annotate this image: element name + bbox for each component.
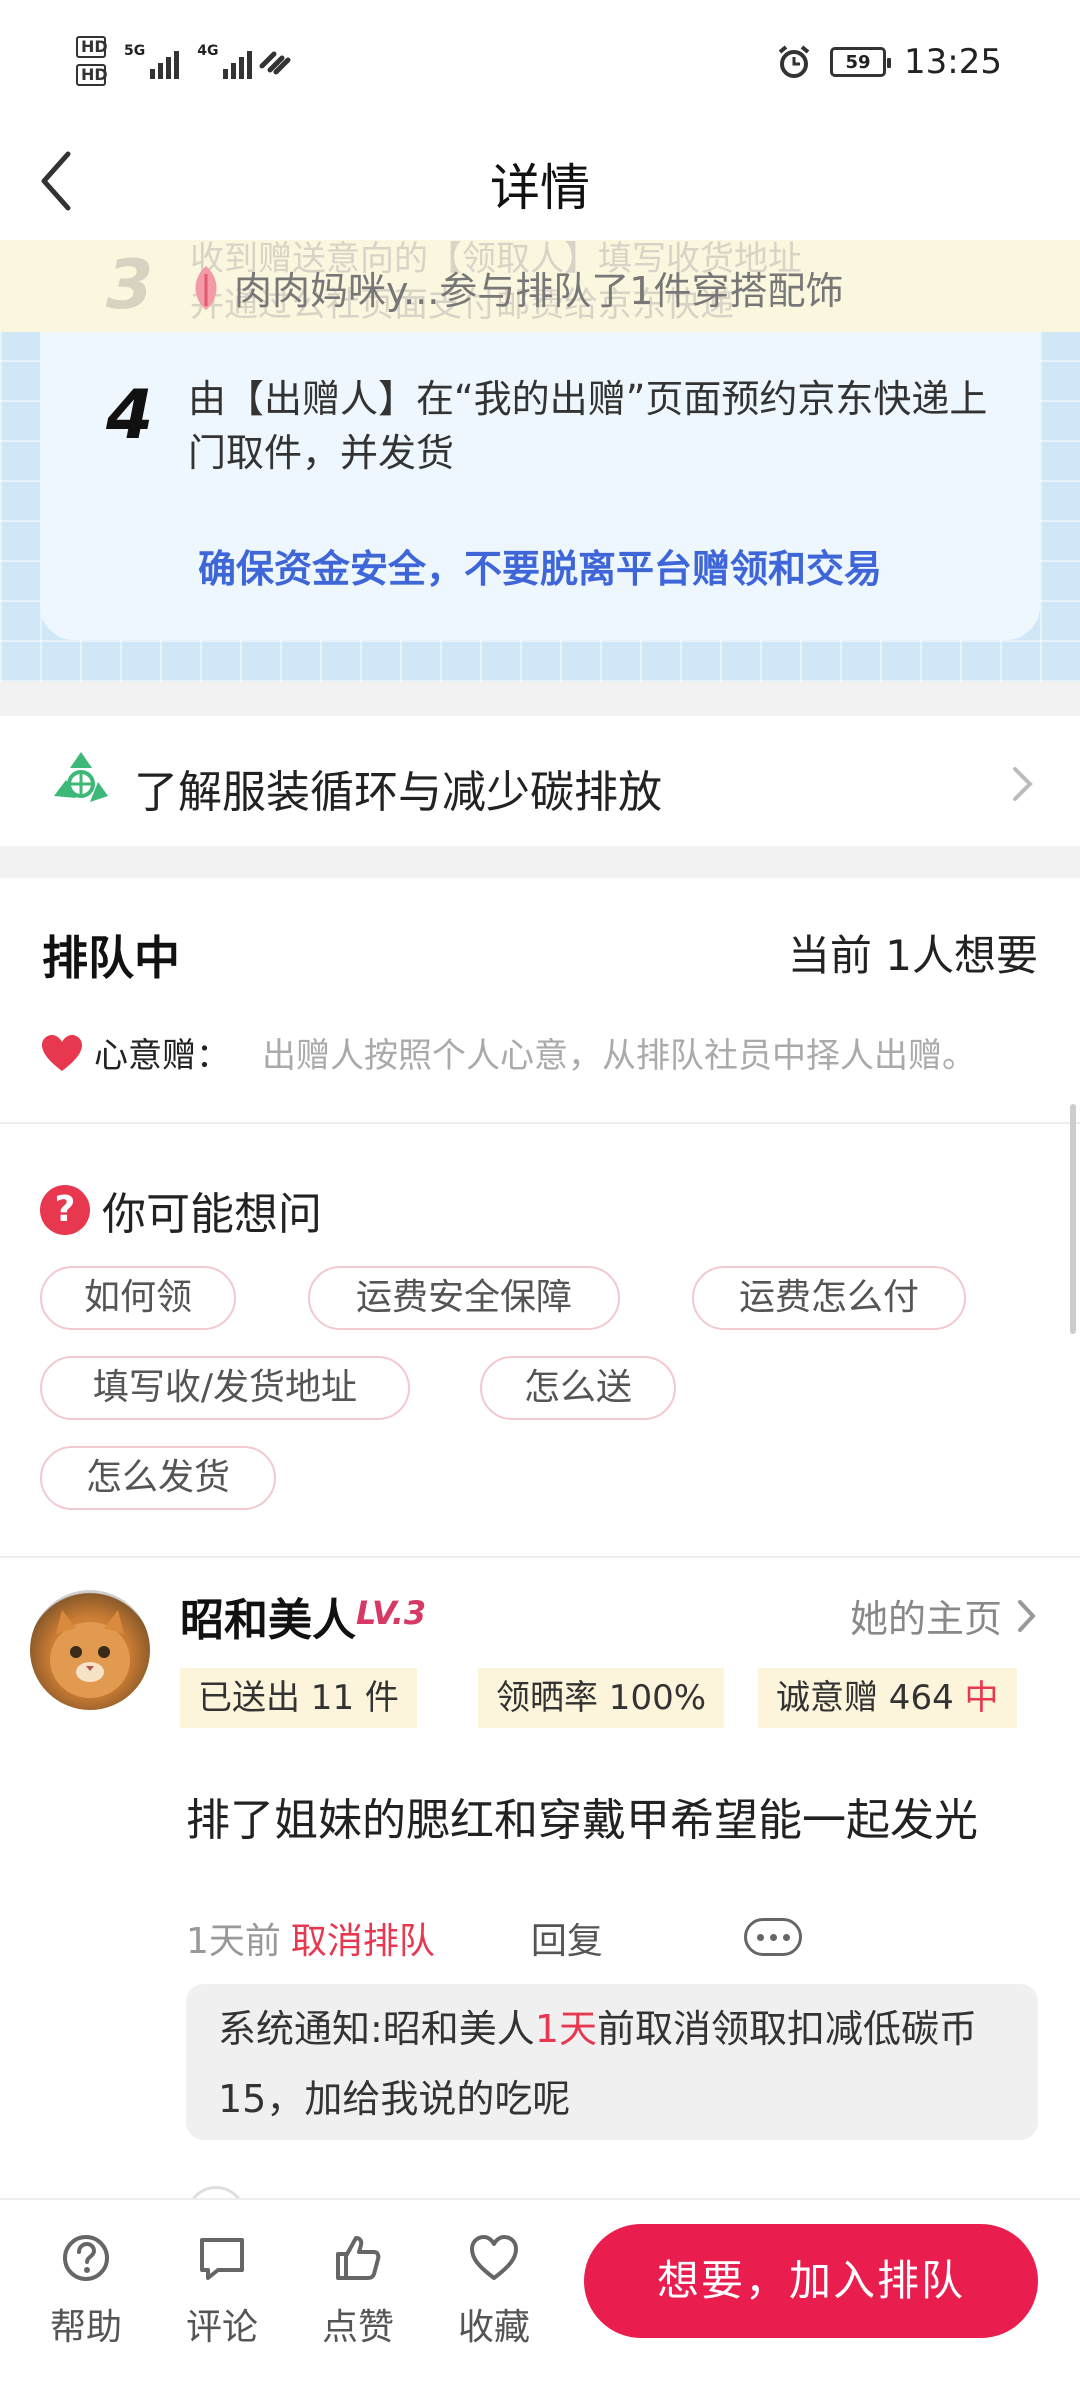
notice-prefix: 系统通知:昭和美人 (218, 2007, 535, 2051)
user-name[interactable]: 昭和美人 (180, 1584, 356, 1648)
faq-chip-how-to-get[interactable]: 如何领 (40, 1266, 236, 1330)
network-type-4g: 4G (197, 43, 219, 59)
alarm-icon (778, 45, 810, 78)
carbon-info-row[interactable]: 了解服装循环与减少碳排放 (0, 716, 1080, 846)
help-tab[interactable]: 帮助 (36, 2232, 136, 2350)
avatar[interactable] (30, 1590, 150, 1710)
queue-count: 当前 1人想要 (787, 931, 1038, 980)
stat-sincere-value: 诚意赠 464 (776, 1678, 954, 1718)
link-icon (259, 51, 291, 75)
scrollbar[interactable] (1070, 1104, 1076, 1334)
signal-4g-icon: 4G (197, 43, 253, 79)
status-bar: HD HD 5G 4G 59 13:25 (0, 0, 1080, 120)
recycle-globe-icon (54, 752, 108, 802)
favorite-label: 收藏 (457, 2307, 530, 2348)
cat-avatar-icon (50, 1610, 130, 1698)
comment-text: 排了姐妹的腮红和穿戴甲希望能一起发光 (186, 1795, 978, 1846)
heart-icon (42, 1034, 82, 1071)
gift-mode-label: 心意赠： (94, 1036, 230, 1076)
cancel-queue-button[interactable]: 取消排队 (291, 1912, 435, 1964)
gift-mode: 心意赠： 出赠人按照个人心意，从排队社员中择人出赠。 (40, 1028, 976, 1077)
queue-section: 排队中 当前 1人想要 心意赠： 出赠人按照个人心意，从排队社员中择人出赠。 (0, 878, 1080, 1124)
hd-badge-2: HD (76, 64, 108, 86)
nav-bar: 详情 (0, 120, 1080, 240)
status-right: 59 13:25 (776, 42, 1002, 82)
notice-highlight: 1天 (534, 2007, 597, 2051)
comment-label: 评论 (185, 2307, 258, 2348)
page-title: 详情 (490, 159, 590, 217)
comment-time: 1天前 (186, 1921, 281, 1962)
faq-chip-how-to-pay[interactable]: 运费怎么付 (692, 1266, 966, 1330)
comment-icon (200, 2238, 244, 2280)
carbon-label: 了解服装循环与减少碳排放 (134, 767, 662, 818)
toast-text: 肉肉妈咪y...参与排队了1件穿搭配饰 (234, 269, 844, 313)
stat-sent: 已送出 11 件 (180, 1668, 417, 1728)
faq-chip-address[interactable]: 填写收/发货地址 (40, 1356, 410, 1420)
heart-outline-icon (470, 2235, 518, 2280)
stat-sincere-tag: 中 (964, 1678, 999, 1718)
help-label: 帮助 (49, 2307, 122, 2348)
homepage-link[interactable]: 她的主页 (850, 1588, 1038, 1643)
join-queue-button[interactable]: 想要，加入排队 (584, 2224, 1038, 2338)
faq-section: ? 你可能想问 如何领 运费安全保障 运费怎么付 填写收/发货地址 怎么送 怎么… (0, 1124, 1080, 1558)
stat-rate: 领晒率 100% (478, 1668, 725, 1728)
step-4-number: 4 (106, 376, 154, 455)
comment-tab[interactable]: 评论 (172, 2232, 272, 2350)
faq-chip-how-to-ship[interactable]: 怎么发货 (40, 1446, 276, 1510)
step-3-number: 3 (106, 246, 154, 325)
gift-mode-desc: 出赠人按照个人心意，从排队社员中择人出赠。 (262, 1036, 976, 1076)
stat-sincere: 诚意赠 464 中 (758, 1668, 1017, 1728)
hd-badge-1: HD (76, 36, 108, 58)
homepage-label: 她的主页 (849, 1597, 1002, 1641)
chevron-right-icon (1013, 767, 1033, 801)
like-label: 点赞 (321, 2307, 394, 2348)
comment-meta: 1天前 取消排队 回复 (186, 1912, 603, 1964)
signal-5g-icon: 5G (124, 43, 180, 79)
favorite-tab[interactable]: 收藏 (444, 2232, 544, 2350)
faq-chip-shipping-guarantee[interactable]: 运费安全保障 (308, 1266, 620, 1330)
bottom-action-bar: 帮助 评论 点赞 收藏 想要，加入排队 (0, 2198, 1080, 2388)
user-level-badge: LV.3 (356, 1594, 427, 1632)
step-4-text: 由【出赠人】在“我的出赠”页面预约京东快递上门取件，并发货 (188, 377, 988, 475)
faq-header: ? 你可能想问 (40, 1178, 322, 1242)
activity-toast: 肉肉妈咪y...参与排队了1件穿搭配饰 (186, 260, 844, 315)
question-icon: ? (40, 1185, 90, 1235)
like-tab[interactable]: 点赞 (308, 2232, 408, 2350)
chevron-right-icon (1018, 1599, 1036, 1632)
battery-icon: 59 (830, 47, 892, 77)
clock: 13:25 (904, 42, 1002, 82)
hd-indicators: HD HD (76, 36, 108, 86)
more-options-icon[interactable] (744, 1918, 802, 1956)
leaf-icon (195, 265, 217, 310)
reply-button[interactable]: 回复 (531, 1912, 603, 1964)
step-4-card: 4 由【出赠人】在“我的出赠”页面预约京东快递上门取件，并发货 确保资金安全，不… (40, 332, 1040, 640)
system-notice: 系统通知:昭和美人1天前取消领取扣减低碳币15，加给我说的吃呢 (186, 1984, 1038, 2140)
safety-warning: 确保资金安全，不要脱离平台赠领和交易 (197, 547, 882, 591)
status-left: HD HD 5G 4G (76, 36, 292, 86)
help-icon (63, 2235, 109, 2281)
faq-chip-how-to-give[interactable]: 怎么送 (480, 1356, 676, 1420)
steps-panel: 3 收到赠送意向的【领取人】填写收货地址 并通过公社页面支付邮费给京东快递 肉肉… (0, 240, 1080, 682)
queue-comment: 昭和美人 LV.3 她的主页 已送出 11 件 领晒率 100% 诚意赠 464… (0, 1558, 1080, 2216)
queue-title: 排队中 (42, 931, 180, 985)
thumbs-up-icon (336, 2236, 381, 2280)
step-3: 3 收到赠送意向的【领取人】填写收货地址 并通过公社页面支付邮费给京东快递 肉肉… (0, 240, 1080, 332)
faq-title: 你可能想问 (102, 1189, 322, 1240)
network-type-5g: 5G (124, 43, 146, 59)
